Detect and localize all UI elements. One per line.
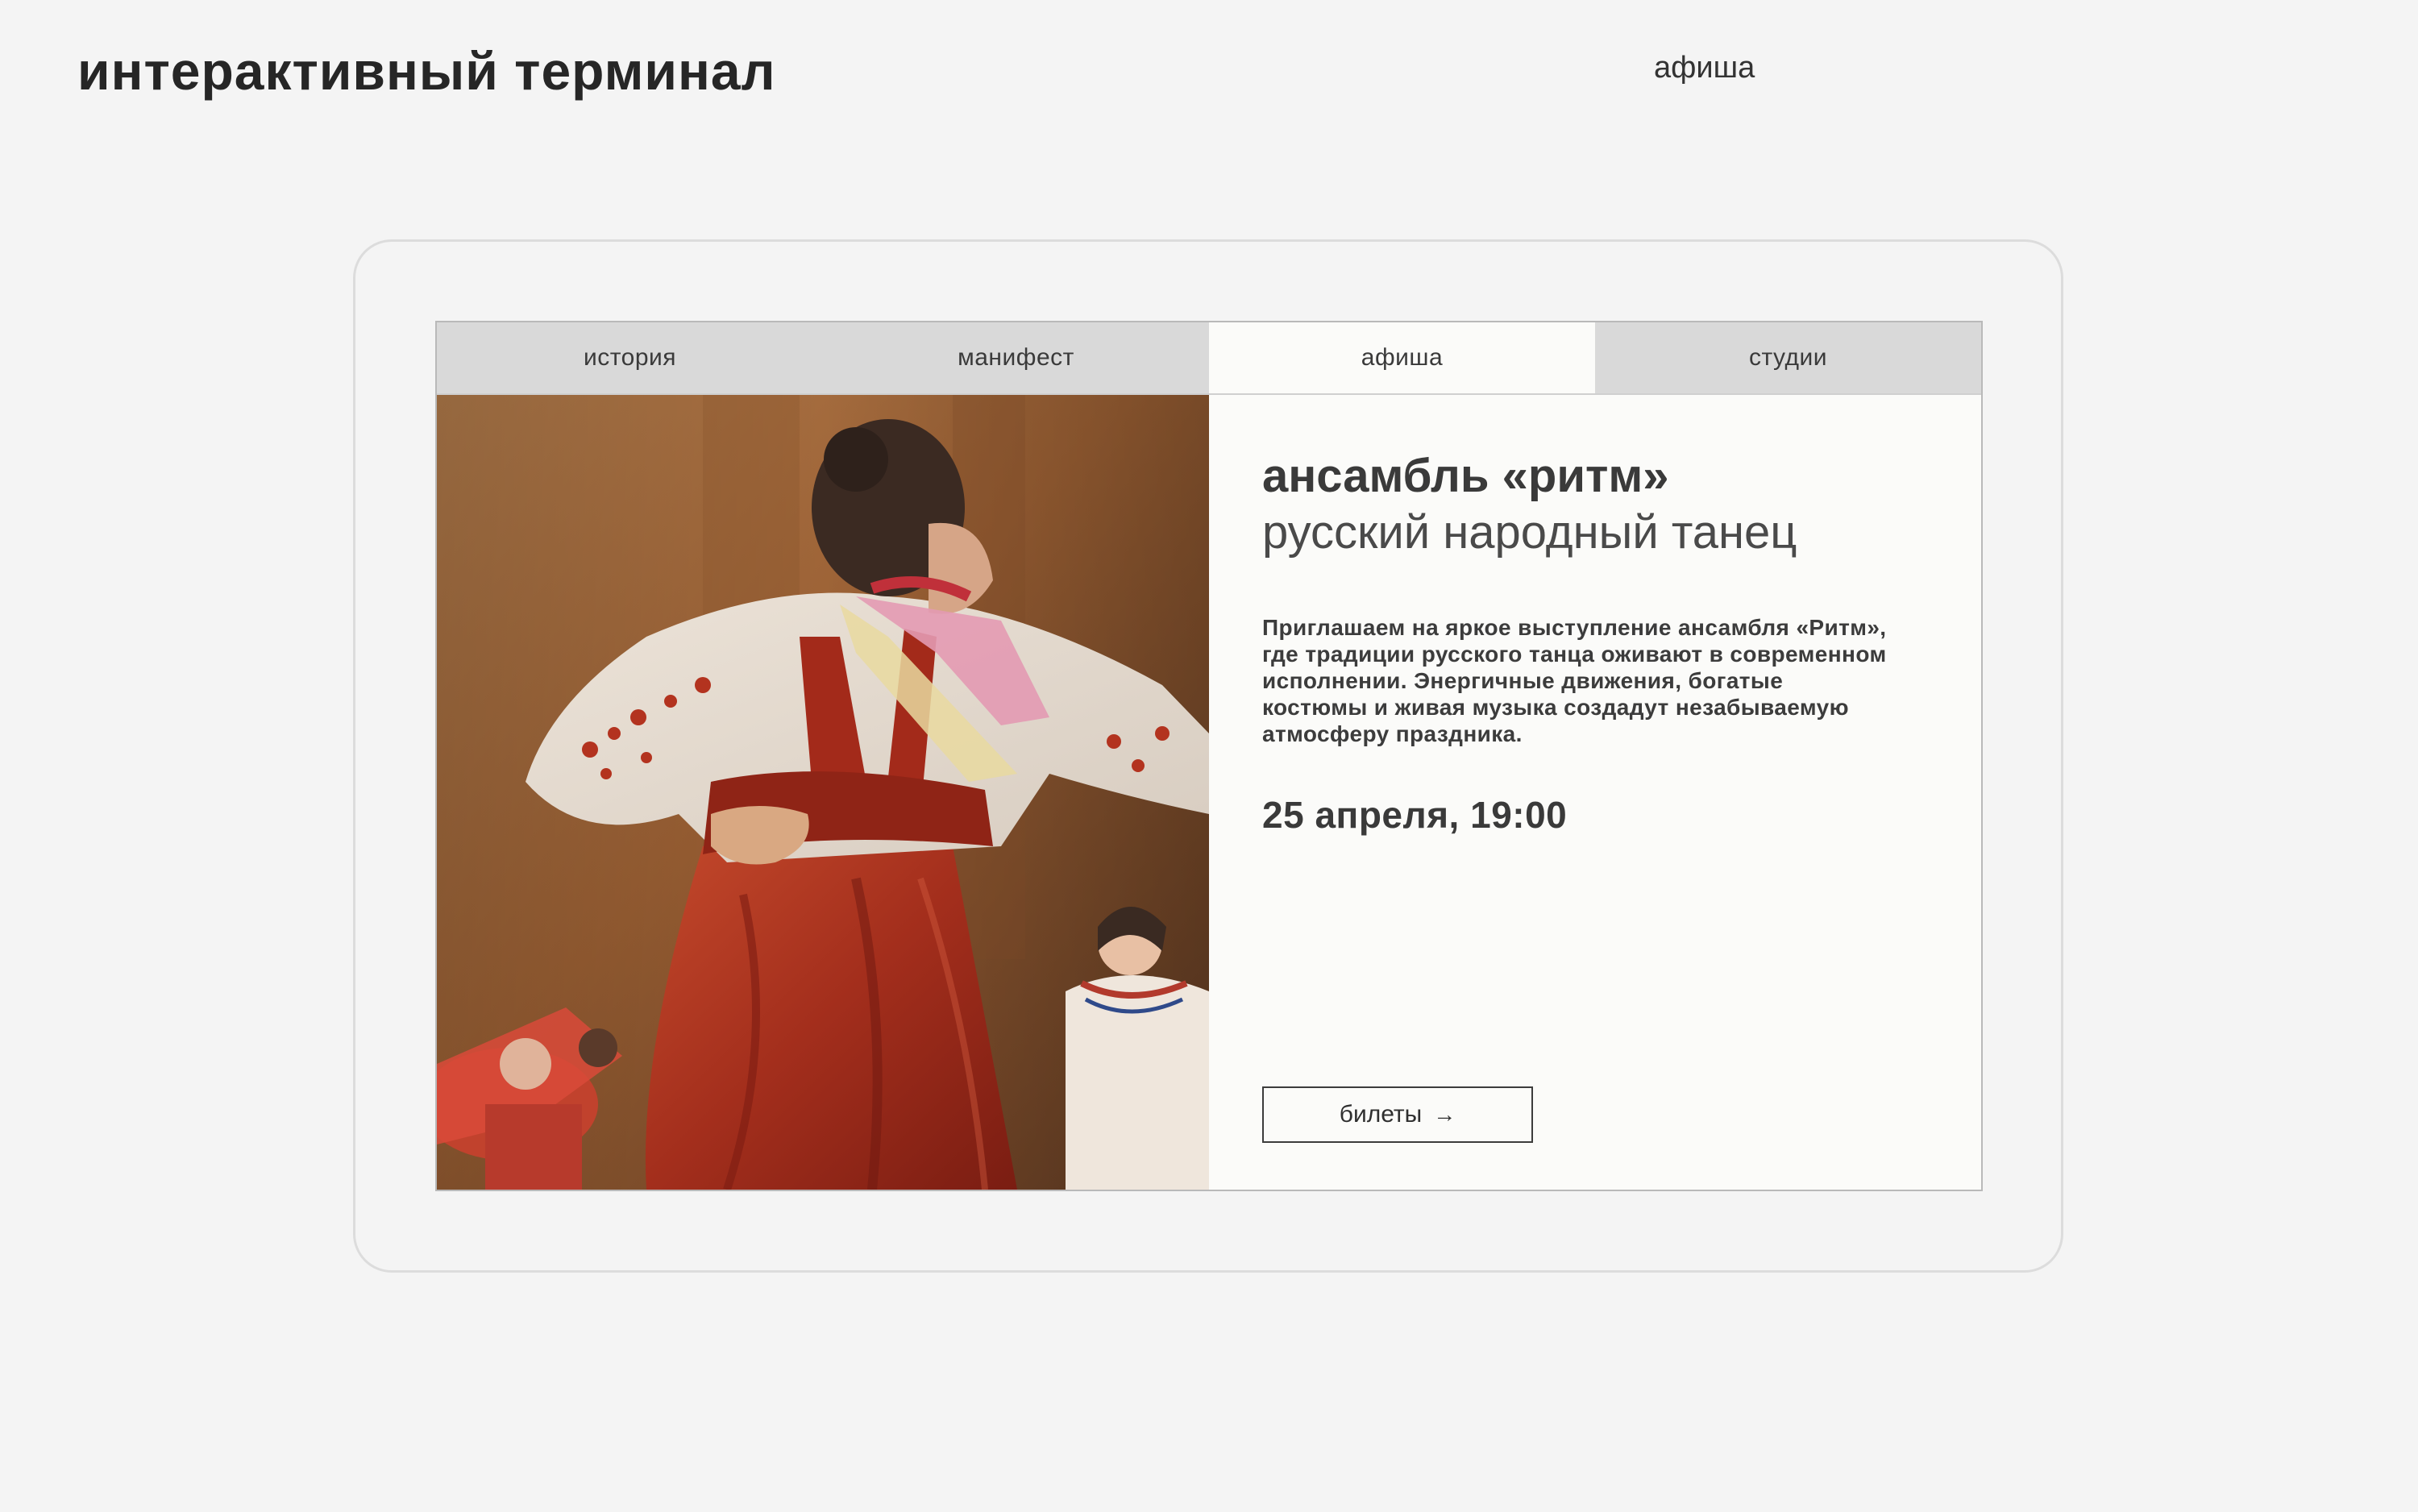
tab-label: афиша [1361,344,1444,371]
terminal-screen: история манифест афиша студии ансамбль «… [435,321,1983,1191]
page-title: интерактивный терминал [77,41,776,101]
event-details: ансамбль «ритм» русский народный танец П… [1209,395,1981,1190]
tab-bar: история манифест афиша студии [437,322,1981,395]
tab-label: студии [1748,344,1828,371]
tab-label: история [583,344,677,371]
event-photo [437,395,1209,1190]
event-description: Приглашаем на яркое выступление ансамбля… [1262,615,1887,747]
tab-history[interactable]: история [437,322,823,393]
tab-studios[interactable]: студии [1595,322,1981,393]
event-title: ансамбль «ритм» [1262,450,1669,502]
event-date: 25 апреля, 19:00 [1262,794,1568,836]
arrow-right-icon: → [1433,1102,1456,1127]
section-label: афиша [1654,51,1755,85]
tickets-button-label: билеты [1339,1101,1423,1128]
tickets-button[interactable]: билеты → [1262,1086,1533,1143]
tab-manifesto[interactable]: манифест [823,322,1209,393]
dancer-illustration [437,395,1209,1190]
tab-label: манифест [958,344,1074,371]
tab-afisha[interactable]: афиша [1209,322,1595,393]
event-subtitle: русский народный танец [1262,506,1797,559]
